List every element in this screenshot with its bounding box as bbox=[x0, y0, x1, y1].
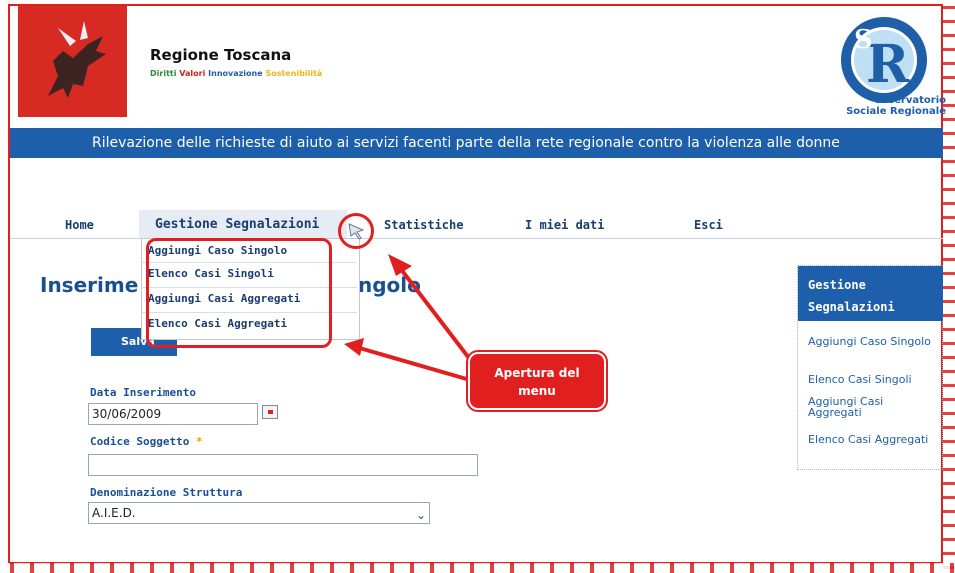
osr-line2: Sociale Regionale bbox=[846, 106, 946, 117]
torn-edge-bottom bbox=[0, 563, 955, 573]
annotation-highlight-box bbox=[146, 238, 332, 348]
title-banner: Rilevazione delle richieste di aiuto ai … bbox=[10, 128, 943, 158]
structure-label: Denominazione Struttura bbox=[90, 486, 243, 499]
sidebar-item-elenco-casi-aggregati[interactable]: Elenco Casi Aggregati bbox=[808, 434, 938, 445]
page-title: Inserime bbox=[40, 273, 139, 297]
nav-esci[interactable]: Esci bbox=[694, 218, 723, 232]
callout-line2: menu bbox=[518, 384, 556, 398]
main-nav: Home Gestione Segnalazioni Statistiche I… bbox=[10, 210, 943, 239]
tagline-word: Sostenibilità bbox=[265, 69, 323, 78]
code-label: Codice Soggetto * bbox=[90, 435, 203, 448]
required-mark: * bbox=[195, 435, 203, 448]
calendar-icon[interactable] bbox=[262, 405, 278, 419]
sidebar-item-aggiungi-casi-aggregati[interactable]: Aggiungi Casi Aggregati bbox=[808, 396, 938, 418]
nav-gestione-segnalazioni[interactable]: Gestione Segnalazioni bbox=[155, 217, 319, 232]
brand-title: Regione Toscana bbox=[150, 46, 292, 64]
code-field[interactable] bbox=[88, 454, 478, 476]
nav-home[interactable]: Home bbox=[65, 218, 94, 232]
sidebar-item-elenco-casi-singoli[interactable]: Elenco Casi Singoli bbox=[808, 374, 938, 385]
annotation-callout: Apertura del menu bbox=[466, 350, 608, 412]
nav-statistiche[interactable]: Statistiche bbox=[384, 218, 463, 232]
pegasus-icon bbox=[48, 21, 106, 98]
chevron-down-icon[interactable]: ⌄ bbox=[416, 508, 426, 522]
cursor-arrow-icon bbox=[348, 223, 365, 240]
tagline-word: Valori bbox=[179, 69, 206, 78]
brand-tagline: Diritti Valori Innovazione Sostenibilità bbox=[150, 69, 322, 78]
sidebar-item-aggiungi-caso-singolo[interactable]: Aggiungi Caso Singolo bbox=[808, 336, 938, 347]
osr-caption: Osservatorio Sociale Regionale bbox=[816, 95, 946, 117]
regione-toscana-logo bbox=[18, 6, 127, 117]
page-title-end: ngolo bbox=[358, 273, 421, 297]
tagline-word: Innovazione bbox=[208, 69, 263, 78]
sidebar-header: Gestione Segnalazioni bbox=[798, 266, 943, 321]
tagline-word: Diritti bbox=[150, 69, 177, 78]
date-label: Data Inserimento bbox=[90, 386, 196, 399]
callout-line1: Apertura del bbox=[494, 366, 580, 380]
annotation-highlight-circle bbox=[338, 213, 374, 249]
nav-miei-dati[interactable]: I miei dati bbox=[525, 218, 604, 232]
sidebar-panel: Gestione Segnalazioni Aggiungi Caso Sing… bbox=[797, 265, 943, 470]
date-field[interactable]: 30/06/2009 bbox=[88, 403, 258, 425]
svg-text:S: S bbox=[854, 25, 873, 55]
osr-line1: Osservatorio bbox=[873, 95, 946, 106]
code-label-text: Codice Soggetto bbox=[90, 435, 190, 448]
torn-edge-right bbox=[943, 0, 955, 573]
structure-select[interactable]: A.I.E.D. bbox=[88, 502, 430, 524]
sidebar-title: Gestione Segnalazioni bbox=[808, 278, 895, 314]
